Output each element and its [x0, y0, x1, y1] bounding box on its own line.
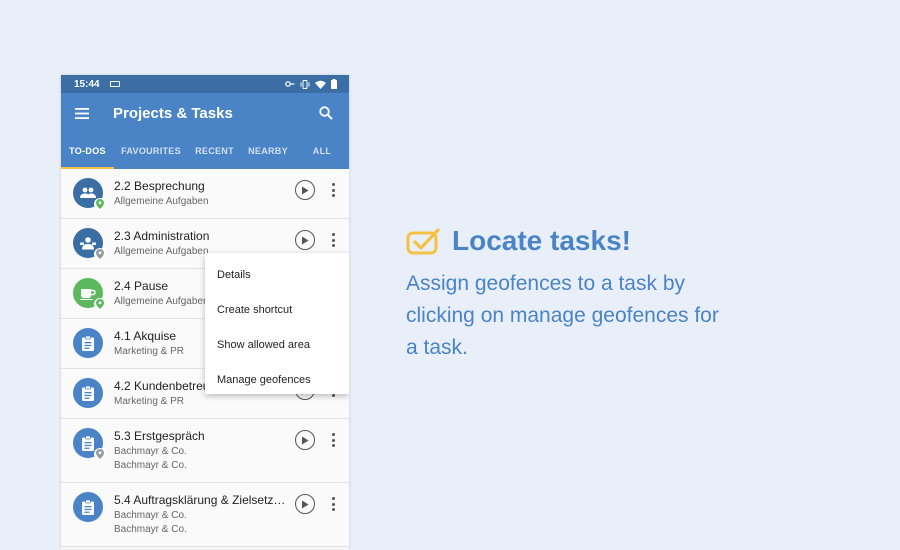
coffee-icon — [80, 288, 96, 300]
task-subtitle-secondary: Bachmayr & Co. — [114, 524, 187, 535]
task-subtitle-secondary: Bachmayr & Co. — [114, 460, 187, 471]
menu-item-details[interactable]: Details — [205, 257, 349, 292]
task-avatar — [73, 278, 106, 310]
group-icon — [80, 187, 96, 198]
more-options-button[interactable] — [328, 182, 338, 198]
location-pin-icon — [96, 299, 104, 309]
task-avatar — [73, 178, 106, 210]
task-title: 2.2 Besprechung — [114, 179, 205, 193]
vibrate-icon — [300, 79, 310, 89]
play-icon — [302, 186, 309, 194]
task-subtitle: Bachmayr & Co. — [114, 510, 187, 521]
task-avatar — [73, 378, 103, 408]
search-icon — [319, 106, 333, 120]
promo-headline: Locate tasks! — [452, 225, 631, 256]
task-avatar — [73, 228, 106, 260]
location-pin-icon — [96, 449, 104, 459]
more-options-button[interactable] — [328, 232, 338, 248]
tab-favourites[interactable]: FAVOURITES — [114, 133, 188, 169]
tab-nearby[interactable]: NEARBY — [241, 133, 295, 169]
tab-all[interactable]: ALL — [295, 133, 349, 169]
context-menu: Details Create shortcut Show allowed are… — [205, 253, 349, 394]
task-avatar — [73, 492, 103, 522]
promo-description: Assign geofences to a task by clicking o… — [406, 272, 719, 359]
task-subtitle: Bachmayr & Co. — [114, 446, 187, 457]
clipboard-icon — [82, 499, 94, 515]
play-icon — [302, 236, 309, 244]
wifi-icon — [315, 80, 326, 89]
task-title: 5.3 Erstgespräch — [114, 429, 205, 443]
task-subtitle: Marketing & PR — [114, 396, 185, 407]
location-badge — [94, 198, 106, 210]
menu-item-manage-geofences[interactable]: Manage geofences — [205, 362, 349, 397]
admin-icon — [80, 236, 96, 249]
location-pin-icon — [96, 249, 104, 259]
phone-screen: 15:44 Projects & Tasks TO-DOS FAVOURITES… — [61, 75, 349, 550]
task-subtitle: Allgemeine Aufgaben — [114, 196, 209, 207]
task-title: 2.3 Administration — [114, 229, 210, 243]
location-badge — [94, 448, 106, 460]
task-row[interactable]: 2.2 Besprechung Allgemeine Aufgaben — [61, 169, 349, 219]
tab-to-dos[interactable]: TO-DOS — [61, 133, 114, 169]
hamburger-menu-icon[interactable] — [75, 107, 89, 119]
location-badge — [94, 298, 106, 310]
app-bar: Projects & Tasks — [61, 93, 349, 133]
status-bar: 15:44 — [61, 75, 349, 93]
tab-bar: TO-DOS FAVOURITES RECENT NEARBY ALL — [61, 133, 349, 169]
clipboard-icon — [82, 435, 94, 451]
task-row[interactable]: 5.4 Auftragsklärung & Zielsetzung Bachma… — [61, 483, 349, 547]
play-icon — [302, 436, 309, 444]
page-title: Projects & Tasks — [113, 104, 233, 122]
location-badge — [94, 248, 106, 260]
more-options-button[interactable] — [328, 496, 338, 512]
vpn-key-icon — [285, 81, 295, 87]
play-button[interactable] — [295, 430, 315, 450]
play-icon — [302, 500, 309, 508]
task-avatar — [73, 428, 106, 460]
checkbox-check-icon — [406, 228, 440, 255]
menu-item-create-shortcut[interactable]: Create shortcut — [205, 292, 349, 327]
battery-icon — [331, 79, 337, 89]
status-time: 15:44 — [74, 78, 100, 90]
clipboard-icon — [82, 385, 94, 401]
promo-block: Locate tasks! Assign geofences to a task… — [406, 225, 746, 364]
task-title: 5.4 Auftragsklärung & Zielsetzung — [114, 493, 292, 507]
play-button[interactable] — [295, 230, 315, 250]
keyboard-icon — [109, 81, 120, 87]
task-avatar — [73, 328, 103, 358]
more-options-button[interactable] — [328, 432, 338, 448]
menu-item-show-allowed-area[interactable]: Show allowed area — [205, 327, 349, 362]
location-pin-icon — [96, 199, 104, 209]
search-button[interactable] — [319, 106, 333, 120]
play-button[interactable] — [295, 494, 315, 514]
clipboard-icon — [82, 335, 94, 351]
task-row[interactable]: 5.3 Erstgespräch Bachmayr & Co. Bachmayr… — [61, 419, 349, 483]
tab-recent[interactable]: RECENT — [188, 133, 241, 169]
play-button[interactable] — [295, 180, 315, 200]
